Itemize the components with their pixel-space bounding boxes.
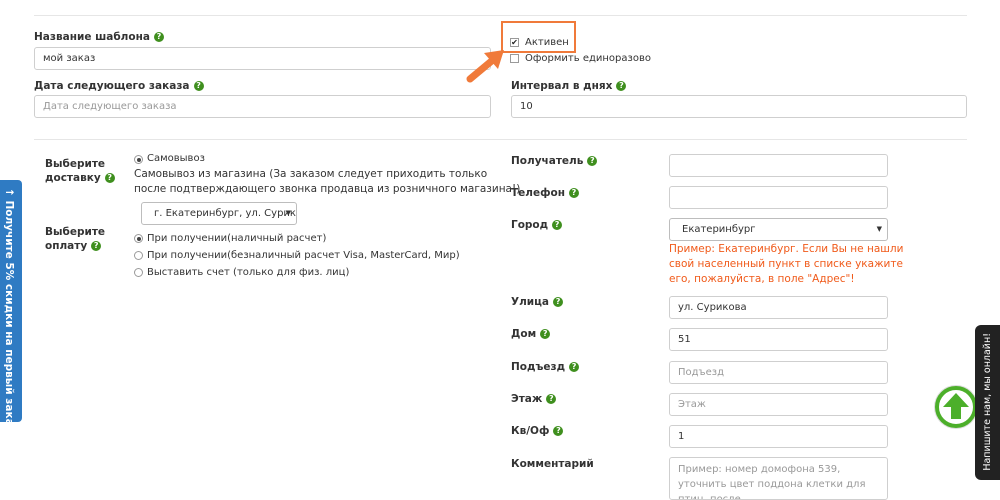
city-hint-line2: свой населенный пункт в списке укажите (669, 258, 903, 270)
chevron-down-icon: ▼ (876, 225, 882, 233)
help-icon[interactable]: ? (616, 81, 627, 91)
help-icon[interactable]: ? (553, 426, 564, 436)
store-select[interactable]: г. Екатеринбург, ул. Сурико ▼ (141, 202, 297, 225)
city-hint-line1: Пример: Екатеринбург. Если Вы не нашли (669, 243, 904, 255)
city-label: Город? (511, 219, 563, 231)
comment-textarea[interactable] (669, 457, 888, 500)
scroll-top-button[interactable] (935, 386, 977, 428)
delivery-label: Выберите доставку? (45, 157, 115, 185)
template-name-input[interactable] (34, 47, 491, 70)
top-divider (34, 15, 967, 16)
once-checkbox[interactable] (510, 54, 519, 63)
delivery-pickup-radio[interactable] (134, 155, 143, 164)
payment-option-label: При получении(безналичный расчет Visa, M… (147, 250, 460, 261)
section-divider (34, 139, 967, 140)
help-icon[interactable]: ? (104, 173, 115, 183)
interval-input[interactable] (511, 95, 967, 118)
help-icon[interactable]: ? (553, 297, 564, 307)
house-input[interactable] (669, 328, 888, 351)
city-select[interactable]: Екатеринбург ▼ (669, 218, 888, 241)
street-label: Улица? (511, 296, 564, 308)
discount-promo-label: ↑ Получите 5% скидки на первый заказ (3, 188, 15, 432)
online-chat-label: Напишите нам, мы онлайн! (982, 333, 993, 471)
phone-input[interactable] (669, 186, 888, 209)
help-icon[interactable]: ? (568, 188, 579, 198)
comment-label: Комментарий (511, 458, 594, 470)
pickup-description-line2: после подтверждающего звонка продавца из… (134, 183, 521, 195)
chevron-down-icon: ▼ (285, 209, 291, 217)
recipient-input[interactable] (669, 154, 888, 177)
pointer-arrow-icon (466, 50, 504, 83)
pickup-description-line1: Самовывоз из магазина (За заказом следуе… (134, 168, 488, 180)
help-icon[interactable]: ? (153, 32, 164, 42)
house-label: Дом? (511, 328, 551, 340)
once-label: Оформить единоразово (525, 53, 651, 64)
help-icon[interactable]: ? (587, 156, 598, 166)
street-input[interactable] (669, 296, 888, 319)
help-icon[interactable]: ? (569, 362, 580, 372)
recipient-label: Получатель? (511, 155, 598, 167)
active-checkbox[interactable]: ✔ (510, 38, 519, 47)
payment-option-label: Выставить счет (только для физ. лиц) (147, 267, 350, 278)
payment-option-label: При получении(наличный расчет) (147, 233, 327, 244)
interval-label: Интервал в днях? (511, 80, 627, 92)
payment-option-radio[interactable] (134, 251, 143, 260)
apartment-input[interactable] (669, 425, 888, 448)
payment-label: Выберите оплату? (45, 226, 106, 252)
floor-label: Этаж? (511, 393, 557, 405)
apartment-label: Кв/Оф? (511, 425, 564, 437)
payment-option-radio[interactable] (134, 234, 143, 243)
active-label: Активен (525, 37, 569, 48)
delivery-pickup-label: Самовывоз (147, 153, 205, 164)
arrow-up-icon (943, 393, 969, 419)
next-date-input[interactable] (34, 95, 491, 118)
entrance-label: Подъезд? (511, 361, 580, 373)
store-select-value: г. Екатеринбург, ул. Сурико (154, 208, 297, 219)
online-chat-tab[interactable]: Напишите нам, мы онлайн! (975, 325, 1000, 480)
entrance-input[interactable] (669, 361, 888, 384)
template-name-label: Название шаблона? (34, 31, 164, 43)
phone-label: Телефон? (511, 187, 579, 199)
floor-input[interactable] (669, 393, 888, 416)
payment-option-radio[interactable] (134, 268, 143, 277)
city-hint-line3: его, пожалуйста, в поле "Адрес"! (669, 273, 855, 285)
next-date-label: Дата следующего заказа? (34, 80, 204, 92)
discount-promo-tab[interactable]: ↑ Получите 5% скидки на первый заказ (0, 180, 22, 432)
help-icon[interactable]: ? (546, 394, 557, 404)
help-icon[interactable]: ? (540, 329, 551, 339)
city-select-value: Екатеринбург (682, 224, 756, 235)
help-icon[interactable]: ? (552, 220, 563, 230)
help-icon[interactable]: ? (193, 81, 204, 91)
help-icon[interactable]: ? (91, 241, 102, 251)
